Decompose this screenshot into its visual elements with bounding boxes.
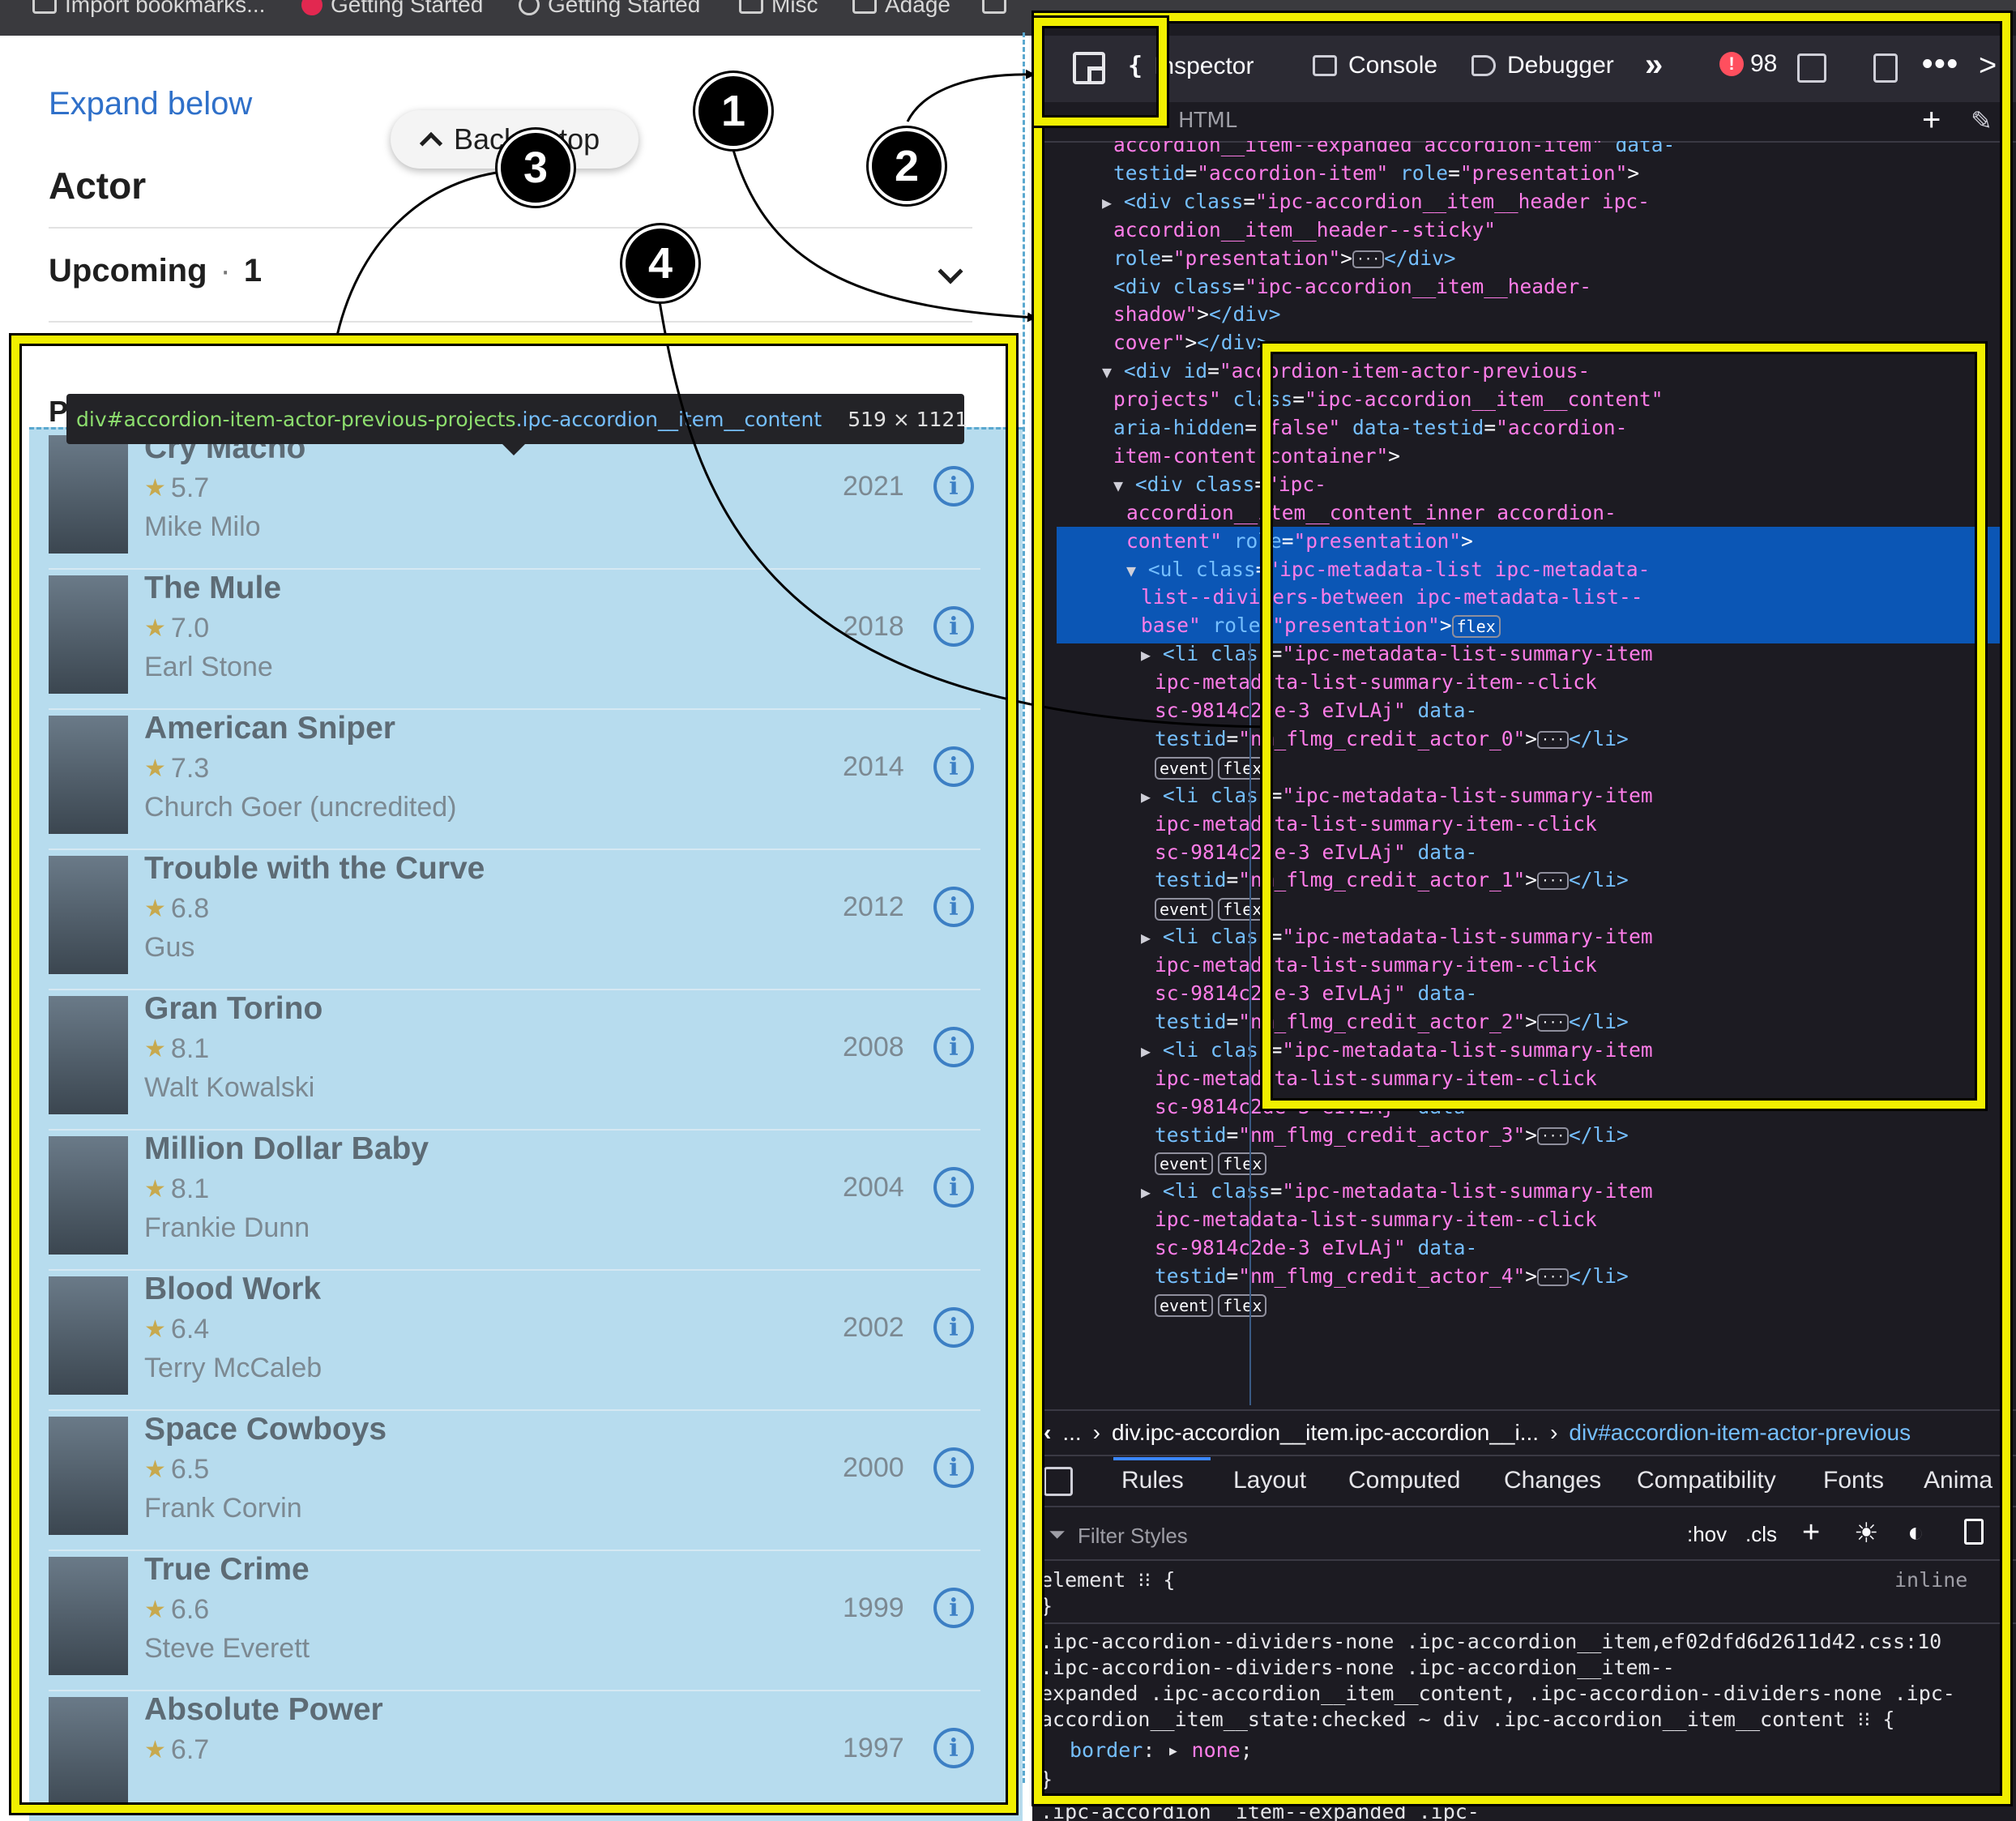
arrow-2 xyxy=(906,69,1036,122)
arrow-3 xyxy=(332,170,503,344)
annotation-marker-4: 4 xyxy=(622,225,698,301)
annotation-arrows xyxy=(332,69,1271,732)
annotation-marker-2: 2 xyxy=(869,128,945,204)
arrow-4 xyxy=(658,301,1271,732)
annotation-marker-1: 1 xyxy=(695,73,771,149)
annotation-marker-3: 3 xyxy=(498,130,574,206)
